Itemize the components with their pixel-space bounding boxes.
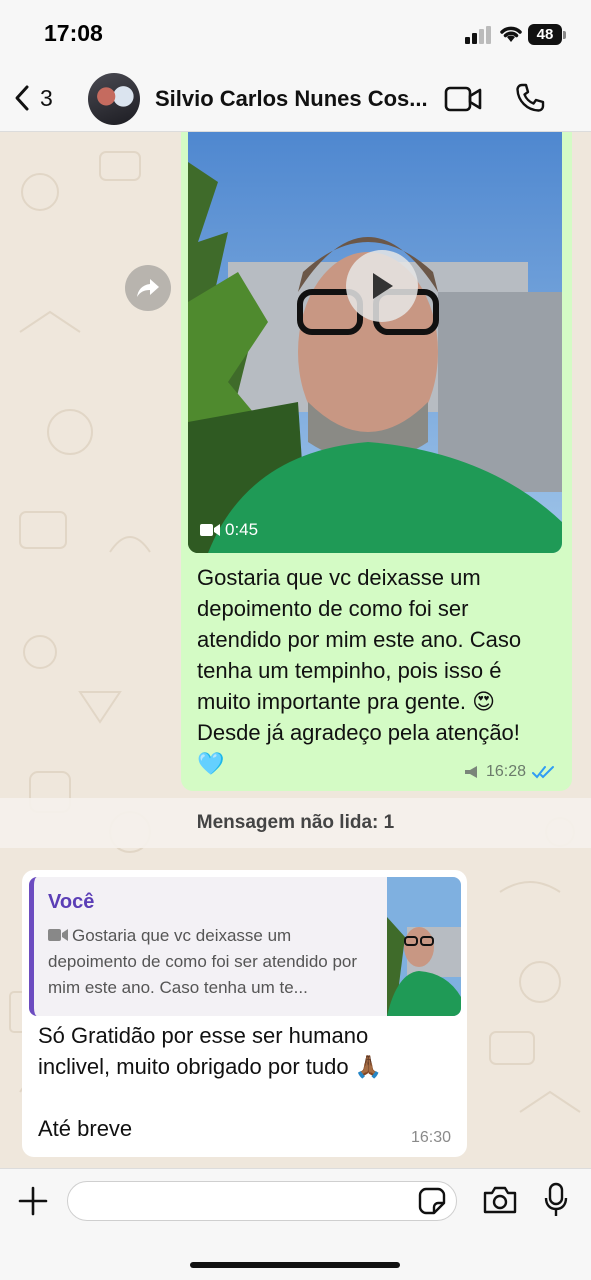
message-line: Até breve xyxy=(38,1116,133,1141)
top-bar: 17:08 48 3 Silvio Carlos Nunes Cos... xyxy=(0,0,591,132)
plus-icon[interactable] xyxy=(17,1185,49,1217)
forward-button[interactable] xyxy=(125,265,171,311)
message-text: Só Gratidão por esse ser humano inclivel… xyxy=(38,1020,438,1082)
microphone-icon[interactable] xyxy=(544,1182,568,1218)
message-line: tenha um tempinho, pois isso é xyxy=(197,658,502,683)
video-frame-image xyxy=(188,132,562,553)
outgoing-message[interactable]: 0:45 Gostaria que vc deixasse um depoime… xyxy=(181,132,572,791)
megaphone-icon xyxy=(464,766,477,778)
message-text: Gostaria que vc deixasse um depoimento d… xyxy=(197,562,559,779)
quoted-message[interactable]: Você Gostaria que vc deixasse um depoime… xyxy=(29,877,461,1016)
forward-icon xyxy=(137,279,159,297)
duration-label: 0:45 xyxy=(225,520,259,539)
phone-icon[interactable] xyxy=(514,82,546,114)
video-thumbnail[interactable]: 0:45 xyxy=(188,132,562,553)
video-camera-icon xyxy=(200,524,220,536)
quote-author: Você xyxy=(48,891,95,913)
video-duration: 0:45 xyxy=(200,520,258,540)
message-line: depoimento de como foi ser xyxy=(197,596,469,621)
unread-banner: Mensagem não lida: 1 xyxy=(0,798,591,848)
sticker-icon[interactable] xyxy=(418,1187,446,1215)
double-check-icon xyxy=(532,766,554,779)
quote-text-content: Gostaria que vc deixasse um depoimento d… xyxy=(48,926,358,997)
wifi-icon xyxy=(500,26,522,42)
video-call-icon[interactable] xyxy=(444,86,482,112)
message-line: Gostaria que vc deixasse um xyxy=(197,565,481,590)
incoming-message[interactable]: Você Gostaria que vc deixasse um depoime… xyxy=(22,870,467,1157)
play-button[interactable] xyxy=(346,250,418,322)
battery-icon: 48 xyxy=(528,24,562,45)
quote-text: Gostaria que vc deixasse um depoimento d… xyxy=(48,923,380,1001)
message-input[interactable] xyxy=(67,1181,457,1221)
quote-thumbnail-image xyxy=(387,877,461,1016)
chat-area: 0:45 Gostaria que vc deixasse um depoime… xyxy=(0,132,591,1168)
signal-icon xyxy=(465,26,491,44)
unread-count: 3 xyxy=(40,84,53,111)
quote-thumbnail xyxy=(387,877,461,1016)
chevron-left-icon xyxy=(15,85,29,111)
message-meta: 16:28 xyxy=(464,763,556,781)
video-camera-icon xyxy=(48,929,68,941)
contact-name[interactable]: Silvio Carlos Nunes Cos... xyxy=(155,86,433,112)
status-time: 17:08 xyxy=(44,20,103,46)
battery-nub xyxy=(563,31,566,39)
back-button[interactable]: 3 xyxy=(14,84,53,112)
message-line: muito importante pra gente. 😍 xyxy=(197,689,496,714)
home-indicator xyxy=(190,1262,400,1268)
message-time: 16:30 xyxy=(410,1129,451,1146)
message-line: Desde já agradeço pela atenção! xyxy=(197,720,520,745)
message-time: 16:28 xyxy=(485,763,526,780)
message-line: inclivel, muito obrigado por tudo 🙏🏾 xyxy=(38,1054,383,1079)
camera-icon[interactable] xyxy=(482,1185,518,1215)
message-line: atendido por mim este ano. Caso xyxy=(197,627,522,652)
message-line: Só Gratidão por esse ser humano xyxy=(38,1023,369,1048)
play-icon xyxy=(373,273,393,299)
avatar[interactable] xyxy=(88,73,140,125)
